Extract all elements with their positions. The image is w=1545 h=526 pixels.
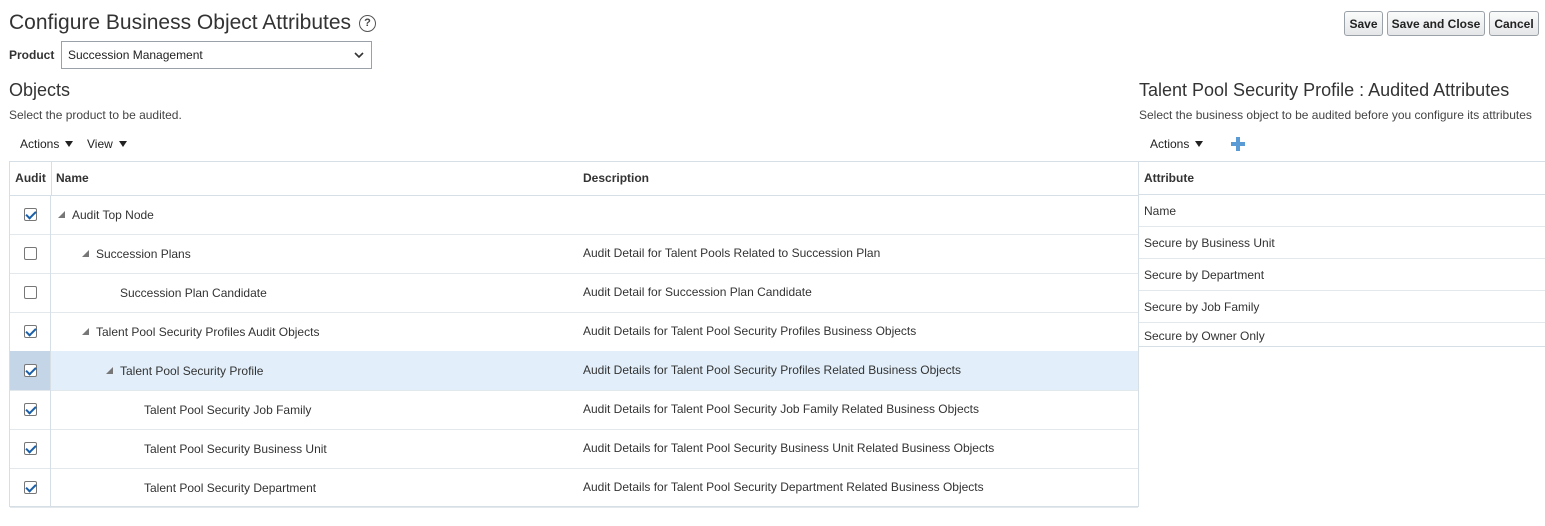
chevron-down-icon [354,52,364,59]
name-cell: Talent Pool Security Department [144,468,316,507]
row-name: Succession Plans [96,246,191,261]
audit-cell [10,195,51,234]
table-row[interactable]: Talent Pool Security Profiles Audit Obje… [10,312,1138,352]
page-title-text: Configure Business Object Attributes [9,11,352,34]
table-row[interactable]: Succession Plans Audit Detail for Talent … [10,234,1138,274]
audit-cell [10,351,51,390]
attribute-row[interactable]: Secure by Department [1139,259,1545,291]
table-row[interactable]: Talent Pool Security Department Audit Det… [10,468,1138,508]
name-cell: Talent Pool Security Business Unit [144,429,327,468]
audit-cell [10,429,51,468]
row-name: Talent Pool Security Profile [120,363,264,378]
attributes-subtitle: Select the business object to be audited… [1139,108,1532,122]
row-description: Audit Details for Talent Pool Security B… [583,441,995,455]
attribute-row[interactable]: Name [1139,195,1545,227]
objects-actions-label: Actions [20,137,60,151]
plus-icon[interactable] [1231,137,1245,151]
attributes-actions-menu[interactable]: Actions [1150,137,1204,151]
audit-cell [10,390,51,429]
product-select[interactable]: Succession Management [61,41,372,69]
tree-collapse-icon[interactable] [82,328,89,335]
column-header-attribute[interactable]: Attribute [1139,162,1545,195]
table-row[interactable]: Talent Pool Security Job Family Audit Det… [10,390,1138,430]
attribute-row[interactable]: Secure by Business Unit [1139,227,1545,259]
audit-checkbox[interactable] [23,325,37,338]
table-row[interactable]: Succession Plan Candidate Audit Detail fo… [10,273,1138,313]
attribute-row[interactable]: Secure by Job Family [1139,291,1545,323]
row-description: Audit Details for Talent Pool Security P… [583,324,917,338]
column-header-description[interactable]: Description [583,162,649,195]
attributes-table: Attribute Name Secure by Business Unit Sec… [1139,161,1545,347]
audit-checkbox[interactable] [23,481,37,494]
audit-checkbox[interactable] [23,442,37,455]
caret-down-icon [65,141,74,147]
tree-collapse-icon[interactable] [106,367,113,374]
objects-view-label: View [87,137,113,151]
name-cell: Succession Plans [82,234,191,273]
objects-table: Audit Name Description Audit Top Node Suc… [9,161,1139,508]
product-label: Product [9,48,55,62]
column-header-name[interactable]: Name [56,162,89,195]
name-cell: Talent Pool Security Profile [106,351,263,390]
row-description: Audit Details for Talent Pool Security J… [583,402,979,416]
column-header-audit[interactable]: Audit [10,162,52,195]
table-row[interactable]: Audit Top Node [10,195,1138,235]
audit-checkbox[interactable] [23,403,37,416]
cancel-button[interactable]: Cancel [1489,11,1539,36]
row-description: Audit Details for Talent Pool Security P… [583,363,961,377]
audit-cell [10,273,51,312]
audit-checkbox[interactable] [23,286,37,299]
audit-checkbox[interactable] [23,364,37,377]
audit-cell [10,468,51,507]
table-row[interactable]: Talent Pool Security Profile Audit Detail… [10,351,1138,391]
objects-subtitle: Select the product to be audited. [9,108,182,122]
row-name: Talent Pool Security Department [144,480,317,495]
name-cell: Succession Plan Candidate [120,273,267,312]
tree-collapse-icon[interactable] [58,211,65,218]
help-icon[interactable]: ? [359,14,377,32]
objects-title: Objects [9,80,71,100]
objects-actions-menu[interactable]: Actions [20,137,74,151]
row-name: Talent Pool Security Business Unit [144,441,327,456]
row-name: Talent Pool Security Profiles Audit Obje… [96,324,320,339]
name-cell: Talent Pool Security Profiles Audit Obje… [82,312,319,351]
row-name: Audit Top Node [72,207,154,222]
attribute-row[interactable]: Secure by Owner Only [1139,323,1545,343]
row-description: Audit Details for Talent Pool Security D… [583,480,984,494]
audit-cell [10,312,51,351]
row-description: Audit Detail for Succession Plan Candida… [583,285,812,299]
objects-view-menu[interactable]: View [87,137,127,151]
audit-checkbox[interactable] [23,247,37,260]
tree-collapse-icon[interactable] [82,250,89,257]
row-description: Audit Detail for Talent Pools Related to… [583,246,881,260]
table-row[interactable]: Talent Pool Security Business Unit Audit … [10,429,1138,469]
audit-checkbox[interactable] [23,208,37,221]
save-button[interactable]: Save [1344,11,1383,36]
row-name: Succession Plan Candidate [120,285,267,300]
row-name: Talent Pool Security Job Family [144,402,312,417]
audit-cell [10,234,51,273]
attributes-title: Talent Pool Security Profile : Audited A… [1139,80,1510,100]
caret-down-icon [118,141,127,147]
name-cell: Talent Pool Security Job Family [144,390,311,429]
objects-table-header: Audit Name Description [10,162,1138,196]
caret-down-icon [1195,141,1204,147]
save-and-close-button[interactable]: Save and Close [1387,11,1485,36]
name-cell: Audit Top Node [58,195,154,234]
page-title: Configure Business Object Attributes ? [9,11,377,35]
product-select-value: Succession Management [68,48,203,62]
attributes-actions-label: Actions [1150,137,1190,151]
